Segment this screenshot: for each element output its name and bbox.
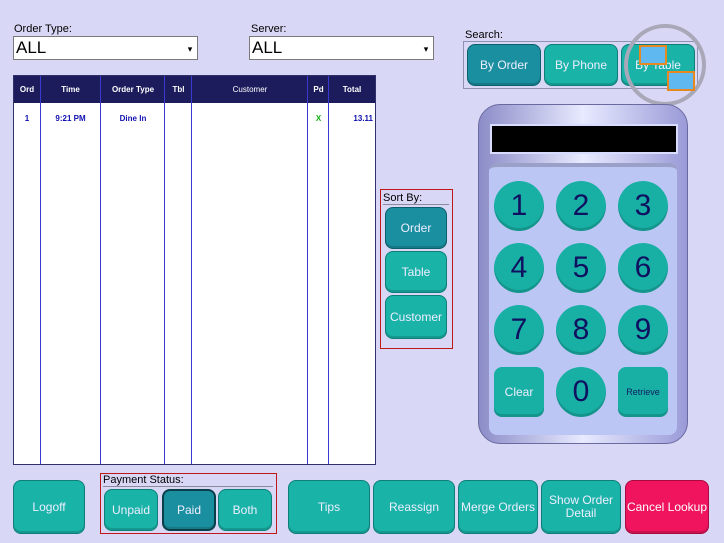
key-8[interactable]: 8	[556, 305, 606, 355]
cell-tbl	[165, 112, 192, 126]
header-ord[interactable]: Ord	[14, 76, 40, 103]
sort-customer-button[interactable]: Customer	[385, 295, 447, 339]
key-2[interactable]: 2	[556, 181, 606, 231]
header-total[interactable]: Total	[329, 76, 375, 103]
header-customer[interactable]: Customer	[192, 76, 308, 103]
header-time[interactable]: Time	[40, 76, 101, 103]
highlight-ring-icon	[624, 24, 706, 106]
orders-table: Ord Time Order Type Tbl Customer Pd Tota…	[13, 75, 376, 465]
key-5[interactable]: 5	[556, 243, 606, 293]
search-by-order-button[interactable]: By Order	[467, 44, 541, 86]
chevron-down-icon[interactable]: ▾	[421, 40, 431, 56]
payment-both-button[interactable]: Both	[218, 489, 272, 531]
cancel-lookup-button[interactable]: Cancel Lookup	[625, 480, 709, 534]
key-4[interactable]: 4	[494, 243, 544, 293]
cell-customer	[192, 112, 308, 126]
merge-orders-button[interactable]: Merge Orders	[458, 480, 538, 534]
header-tbl[interactable]: Tbl	[165, 76, 192, 103]
header-pd[interactable]: Pd	[308, 76, 329, 103]
server-value: ALL	[252, 38, 283, 57]
key-1[interactable]: 1	[494, 181, 544, 231]
search-by-phone-button[interactable]: By Phone	[544, 44, 618, 86]
order-type-value: ALL	[16, 38, 47, 57]
key-0[interactable]: 0	[556, 367, 606, 417]
sort-by-label: Sort By:	[383, 192, 423, 204]
logoff-button[interactable]: Logoff	[13, 480, 85, 534]
payment-paid-button[interactable]: Paid	[162, 489, 216, 531]
column-divider	[14, 76, 41, 464]
column-divider	[40, 76, 101, 464]
cell-ord: 1	[24, 114, 30, 123]
sort-table-button[interactable]: Table	[385, 251, 447, 293]
server-select[interactable]: ALL ▾	[249, 36, 434, 60]
search-label: Search:	[465, 29, 503, 41]
divider	[383, 204, 449, 205]
column-divider	[308, 76, 329, 464]
show-order-detail-button[interactable]: Show Order Detail	[541, 480, 621, 534]
order-type-label: Order Type:	[14, 23, 72, 35]
divider	[103, 486, 273, 487]
key-3[interactable]: 3	[618, 181, 668, 231]
cell-order-type: Dine In	[119, 114, 147, 123]
key-clear[interactable]: Clear	[494, 367, 544, 417]
key-7[interactable]: 7	[494, 305, 544, 355]
cell-pd: X	[315, 114, 322, 123]
cell-time: 9:21 PM	[55, 114, 86, 123]
chevron-down-icon[interactable]: ▾	[185, 40, 195, 56]
sort-order-button[interactable]: Order	[385, 207, 447, 249]
key-retrieve[interactable]: Retrieve	[618, 367, 668, 417]
cell-total: 13.11	[353, 114, 373, 123]
payment-status-label: Payment Status:	[103, 474, 184, 486]
key-6[interactable]: 6	[618, 243, 668, 293]
key-9[interactable]: 9	[618, 305, 668, 355]
payment-unpaid-button[interactable]: Unpaid	[104, 489, 158, 531]
tips-button[interactable]: Tips	[288, 480, 370, 534]
column-divider	[165, 76, 192, 464]
column-divider	[101, 76, 165, 464]
server-label: Server:	[251, 23, 287, 35]
header-order-type[interactable]: Order Type	[101, 76, 165, 103]
column-divider	[192, 76, 308, 464]
order-type-select[interactable]: ALL ▾	[13, 36, 198, 60]
reassign-button[interactable]: Reassign	[373, 480, 455, 534]
keypad-display	[490, 124, 678, 154]
